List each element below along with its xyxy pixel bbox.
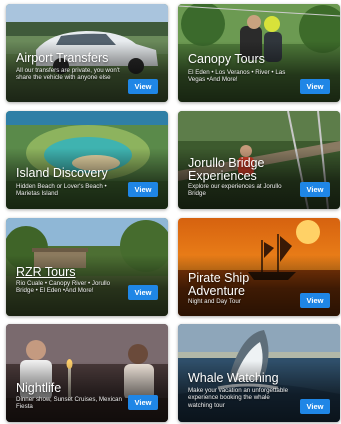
card-jorullo-bridge[interactable]: Jorullo Bridge Experiences Explore our e… — [178, 111, 340, 209]
card-title: RZR Tours — [16, 265, 76, 279]
view-nightlife-button[interactable]: View — [128, 395, 158, 410]
card-rzr-tours[interactable]: RZR Tours Rio Cuale • Canopy River • Jor… — [6, 218, 168, 316]
card-description: Explore our experiences at Jorullo Bridg… — [188, 183, 282, 198]
card-title: Nightlife — [16, 381, 62, 395]
card-title: Island Discovery — [16, 166, 108, 180]
view-island-discovery-button[interactable]: View — [128, 182, 158, 197]
card-nightlife[interactable]: Nightlife Dinner show, Sunset Cruises, M… — [6, 324, 168, 422]
view-canopy-tours-button[interactable]: View — [300, 79, 330, 94]
card-island-discovery[interactable]: Island Discovery Hidden Beach or Lover's… — [6, 111, 168, 209]
tour-card-grid: Airport Transfers All our transfers are … — [0, 0, 341, 424]
view-pirate-ship-button[interactable]: View — [300, 293, 330, 308]
view-jorullo-bridge-button[interactable]: View — [300, 182, 330, 197]
card-title: Canopy Tours — [188, 52, 265, 66]
view-airport-transfers-button[interactable]: View — [128, 79, 158, 94]
card-description: All our transfers are private, you won't… — [16, 67, 120, 82]
card-title: Airport Transfers — [16, 51, 109, 65]
card-title: Whale Watching — [188, 371, 279, 385]
view-whale-watching-button[interactable]: View — [300, 399, 330, 414]
card-airport-transfers[interactable]: Airport Transfers All our transfers are … — [6, 4, 168, 102]
card-description: Make your vacation an unforgettable expe… — [188, 387, 289, 409]
view-rzr-tours-button[interactable]: View — [128, 285, 158, 300]
card-description: Rio Cuale • Canopy River • Jorullo Bridg… — [16, 280, 111, 295]
card-whale-watching[interactable]: Whale Watching Make your vacation an unf… — [178, 324, 340, 422]
card-canopy-tours[interactable]: Canopy Tours El Eden • Los Veranos • Riv… — [178, 4, 340, 102]
card-title: Jorullo Bridge Experiences — [188, 156, 265, 183]
card-description: Dinner show, Sunset Cruises, Mexican Fie… — [16, 396, 122, 411]
card-description: Night and Day Tour — [188, 298, 241, 305]
card-pirate-ship[interactable]: Pirate Ship Adventure Night and Day Tour… — [178, 218, 340, 316]
card-description: Hidden Beach or Lover's Beach • Marietas… — [16, 183, 107, 198]
card-description: El Eden • Los Veranos • River • Las Vega… — [188, 69, 286, 84]
card-title: Pirate Ship Adventure — [188, 271, 250, 298]
